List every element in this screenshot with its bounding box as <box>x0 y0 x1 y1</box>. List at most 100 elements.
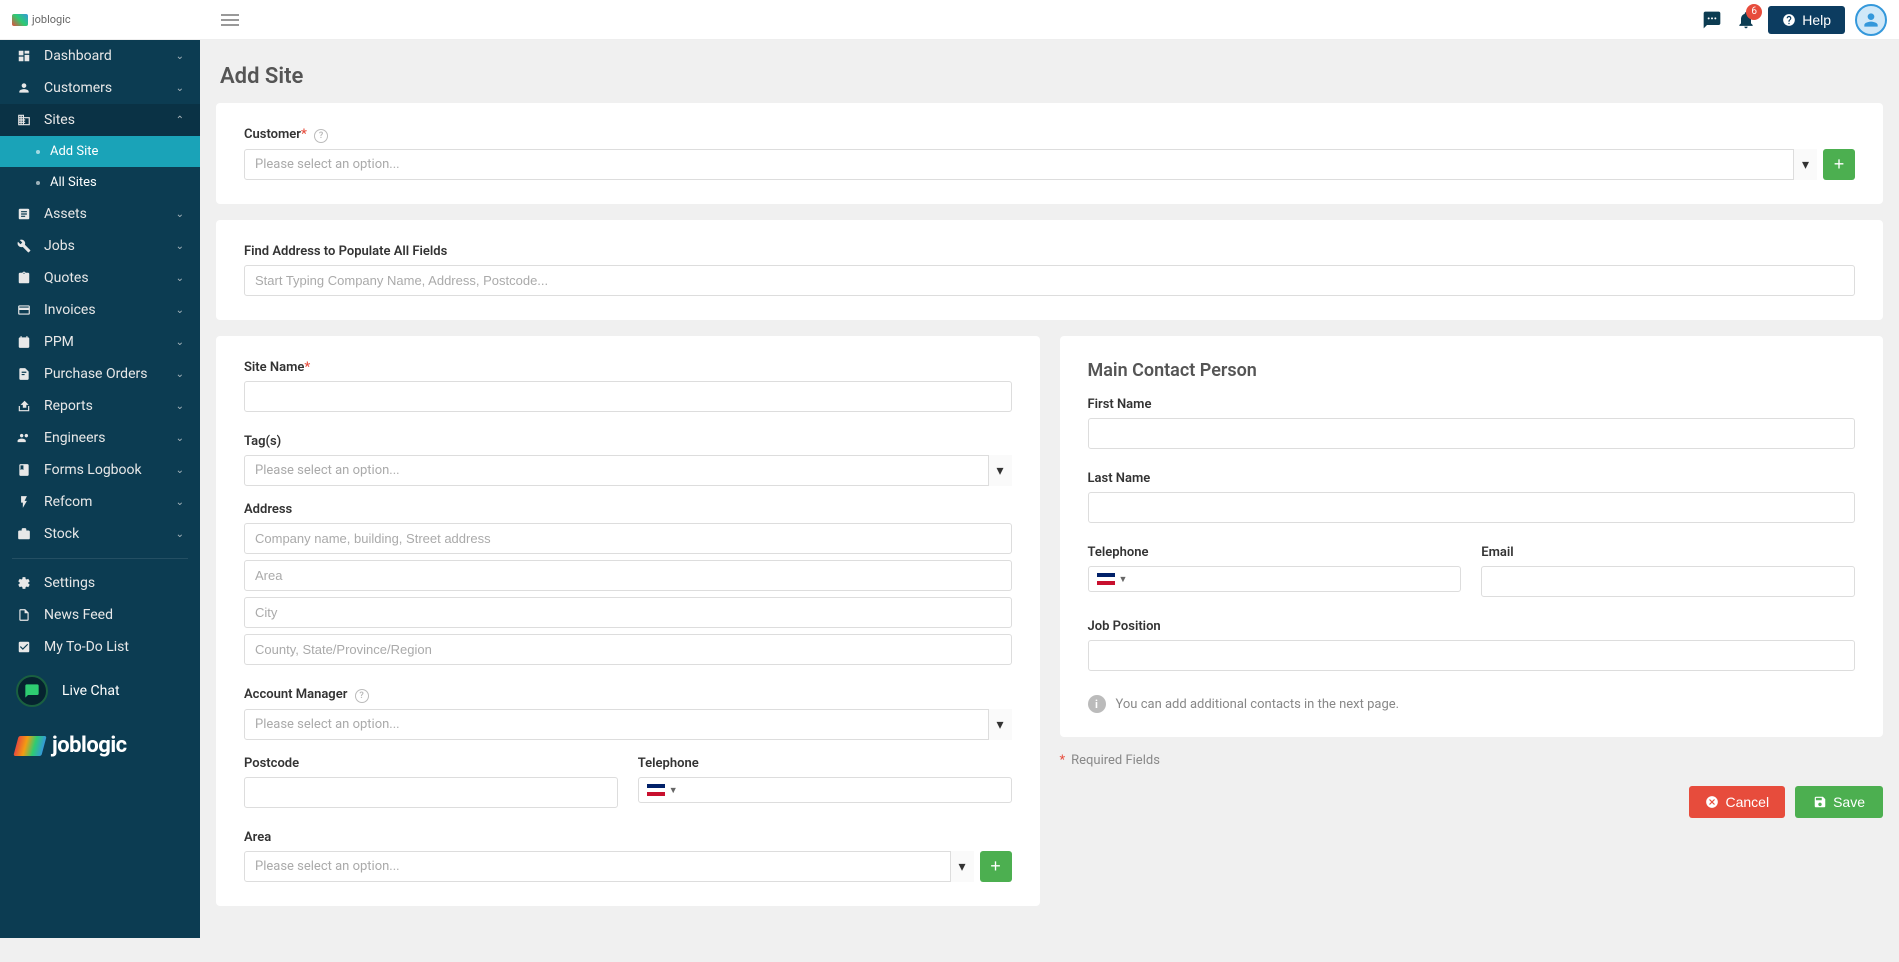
po-icon <box>16 366 32 382</box>
find-address-input[interactable] <box>244 265 1855 296</box>
required-fields-note: *Required Fields <box>1060 753 1884 768</box>
dashboard-icon <box>16 48 32 64</box>
sidebar-footer-logo: joblogic <box>0 719 200 772</box>
sidebar-item-label: Customers <box>44 80 112 96</box>
site-name-label: Site Name* <box>244 360 1012 375</box>
sidebar-item-assets[interactable]: Assets⌄ <box>0 198 200 230</box>
sidebar-item-purchase-orders[interactable]: Purchase Orders ⌄ <box>0 358 200 390</box>
sidebar-item-label: Dashboard <box>44 48 112 64</box>
chevron-down-icon: ⌄ <box>176 273 184 284</box>
job-position-input[interactable] <box>1088 640 1856 671</box>
chevron-down-icon[interactable]: ▾ <box>1793 149 1817 180</box>
reports-icon <box>16 398 32 414</box>
add-area-button[interactable]: + <box>980 851 1012 882</box>
chevron-down-icon[interactable]: ▾ <box>988 709 1012 740</box>
customer-select[interactable]: Please select an option... ▾ <box>244 149 1817 180</box>
news-icon <box>16 607 32 623</box>
sidebar-item-label: PPM <box>44 334 74 350</box>
chevron-down-icon: ⌄ <box>176 401 184 412</box>
telephone-input[interactable]: ▼ <box>638 777 1012 803</box>
chevron-down-icon: ⌄ <box>176 497 184 508</box>
last-name-input[interactable] <box>1088 492 1856 523</box>
help-button[interactable]: Help <box>1768 6 1845 34</box>
tags-label: Tag(s) <box>244 434 1012 449</box>
ppm-icon <box>16 334 32 350</box>
job-position-label: Job Position <box>1088 619 1856 634</box>
sidebar-item-sites[interactable]: Sites⌃ <box>0 104 200 136</box>
address-line3-input[interactable] <box>244 597 1012 628</box>
chevron-down-icon[interactable]: ▾ <box>950 851 974 882</box>
sidebar-item-dashboard[interactable]: Dashboard ⌄ <box>0 40 200 72</box>
logo[interactable]: joblogic <box>12 13 71 26</box>
chevron-down-icon: ⌄ <box>176 51 184 62</box>
bullet-icon <box>36 181 40 185</box>
sidebar-item-label: News Feed <box>44 607 113 623</box>
chevron-up-icon: ⌃ <box>176 115 184 126</box>
sidebar-item-label: Jobs <box>44 238 75 254</box>
sidebar-item-quotes[interactable]: Quotes ⌄ <box>0 262 200 294</box>
first-name-label: First Name <box>1088 397 1856 412</box>
help-tooltip-icon[interactable]: ? <box>314 129 328 143</box>
tags-select[interactable]: Please select an option... ▾ <box>244 455 1012 486</box>
first-name-input[interactable] <box>1088 418 1856 449</box>
find-address-label: Find Address to Populate All Fields <box>244 244 1855 259</box>
address-line2-input[interactable] <box>244 560 1012 591</box>
sidebar-item-invoices[interactable]: Invoices ⌄ <box>0 294 200 326</box>
sidebar-item-ppm[interactable]: PPM ⌄ <box>0 326 200 358</box>
contact-telephone-input[interactable]: ▼ <box>1088 566 1462 592</box>
help-tooltip-icon[interactable]: ? <box>355 689 369 703</box>
sidebar-item-engineers[interactable]: Engineers⌄ <box>0 422 200 454</box>
chevron-down-icon: ⌄ <box>176 305 184 316</box>
sidebar-item-label: Quotes <box>44 270 89 286</box>
flag-uk-icon <box>1097 573 1115 585</box>
chevron-down-icon: ⌄ <box>176 241 184 252</box>
main-contact-panel: Main Contact Person First Name Last Name… <box>1060 336 1884 737</box>
cancel-button[interactable]: Cancel <box>1689 786 1785 818</box>
site-name-input[interactable] <box>244 381 1012 412</box>
chevron-down-icon: ⌄ <box>176 83 184 94</box>
chevron-down-icon: ⌄ <box>176 529 184 540</box>
top-header: joblogic 6 Help <box>0 0 1899 40</box>
sidebar-item-label: Engineers <box>44 430 106 446</box>
sidebar-item-label: My To-Do List <box>44 639 129 655</box>
customer-label: Customer* ? <box>244 127 1855 143</box>
main-content: Add Site Customer* ? Please select an op… <box>200 40 1899 962</box>
address-line1-input[interactable] <box>244 523 1012 554</box>
sidebar-item-reports[interactable]: Reports⌄ <box>0 390 200 422</box>
sidebar-item-stock[interactable]: Stock ⌄ <box>0 518 200 550</box>
chevron-down-icon: ⌄ <box>176 337 184 348</box>
account-manager-select[interactable]: Please select an option... ▾ <box>244 709 1012 740</box>
sites-icon <box>16 112 32 128</box>
sidebar-item-refcom[interactable]: Refcom⌄ <box>0 486 200 518</box>
sidebar-item-forms-logbook[interactable]: Forms Logbook⌄ <box>0 454 200 486</box>
contact-telephone-label: Telephone <box>1088 545 1462 560</box>
site-details-panel: Site Name* Tag(s) Please select an optio… <box>216 336 1040 906</box>
bullet-icon <box>36 150 40 154</box>
address-line4-input[interactable] <box>244 634 1012 665</box>
sidebar-item-label: Stock <box>44 526 79 542</box>
email-input[interactable] <box>1481 566 1855 597</box>
sidebar-item-jobs[interactable]: Jobs ⌄ <box>0 230 200 262</box>
messages-icon[interactable] <box>1700 8 1724 32</box>
chevron-down-icon: ⌄ <box>176 465 184 476</box>
sidebar-item-my-to-do-list[interactable]: My To-Do List <box>0 631 200 663</box>
sidebar-item-settings[interactable]: Settings <box>0 567 200 599</box>
chevron-down-icon: ⌄ <box>176 369 184 380</box>
live-chat-button[interactable]: Live Chat <box>0 663 200 719</box>
sidebar-subitem-add-site[interactable]: Add Site <box>0 136 200 167</box>
save-button[interactable]: Save <box>1795 786 1883 818</box>
menu-toggle-icon[interactable] <box>221 11 239 29</box>
customer-panel: Customer* ? Please select an option... ▾… <box>216 103 1883 204</box>
sidebar-item-label: Purchase Orders <box>44 366 147 382</box>
sidebar-item-label: Invoices <box>44 302 96 318</box>
postcode-input[interactable] <box>244 777 618 808</box>
notifications-icon[interactable]: 6 <box>1734 8 1758 32</box>
sidebar-subitem-all-sites[interactable]: All Sites <box>0 167 200 198</box>
sidebar-item-customers[interactable]: Customers ⌄ <box>0 72 200 104</box>
add-customer-button[interactable]: + <box>1823 149 1855 180</box>
area-select[interactable]: Please select an option... ▾ <box>244 851 974 882</box>
user-avatar[interactable] <box>1855 4 1887 36</box>
stock-icon <box>16 526 32 542</box>
sidebar-item-news-feed[interactable]: News Feed <box>0 599 200 631</box>
chevron-down-icon[interactable]: ▾ <box>988 455 1012 486</box>
